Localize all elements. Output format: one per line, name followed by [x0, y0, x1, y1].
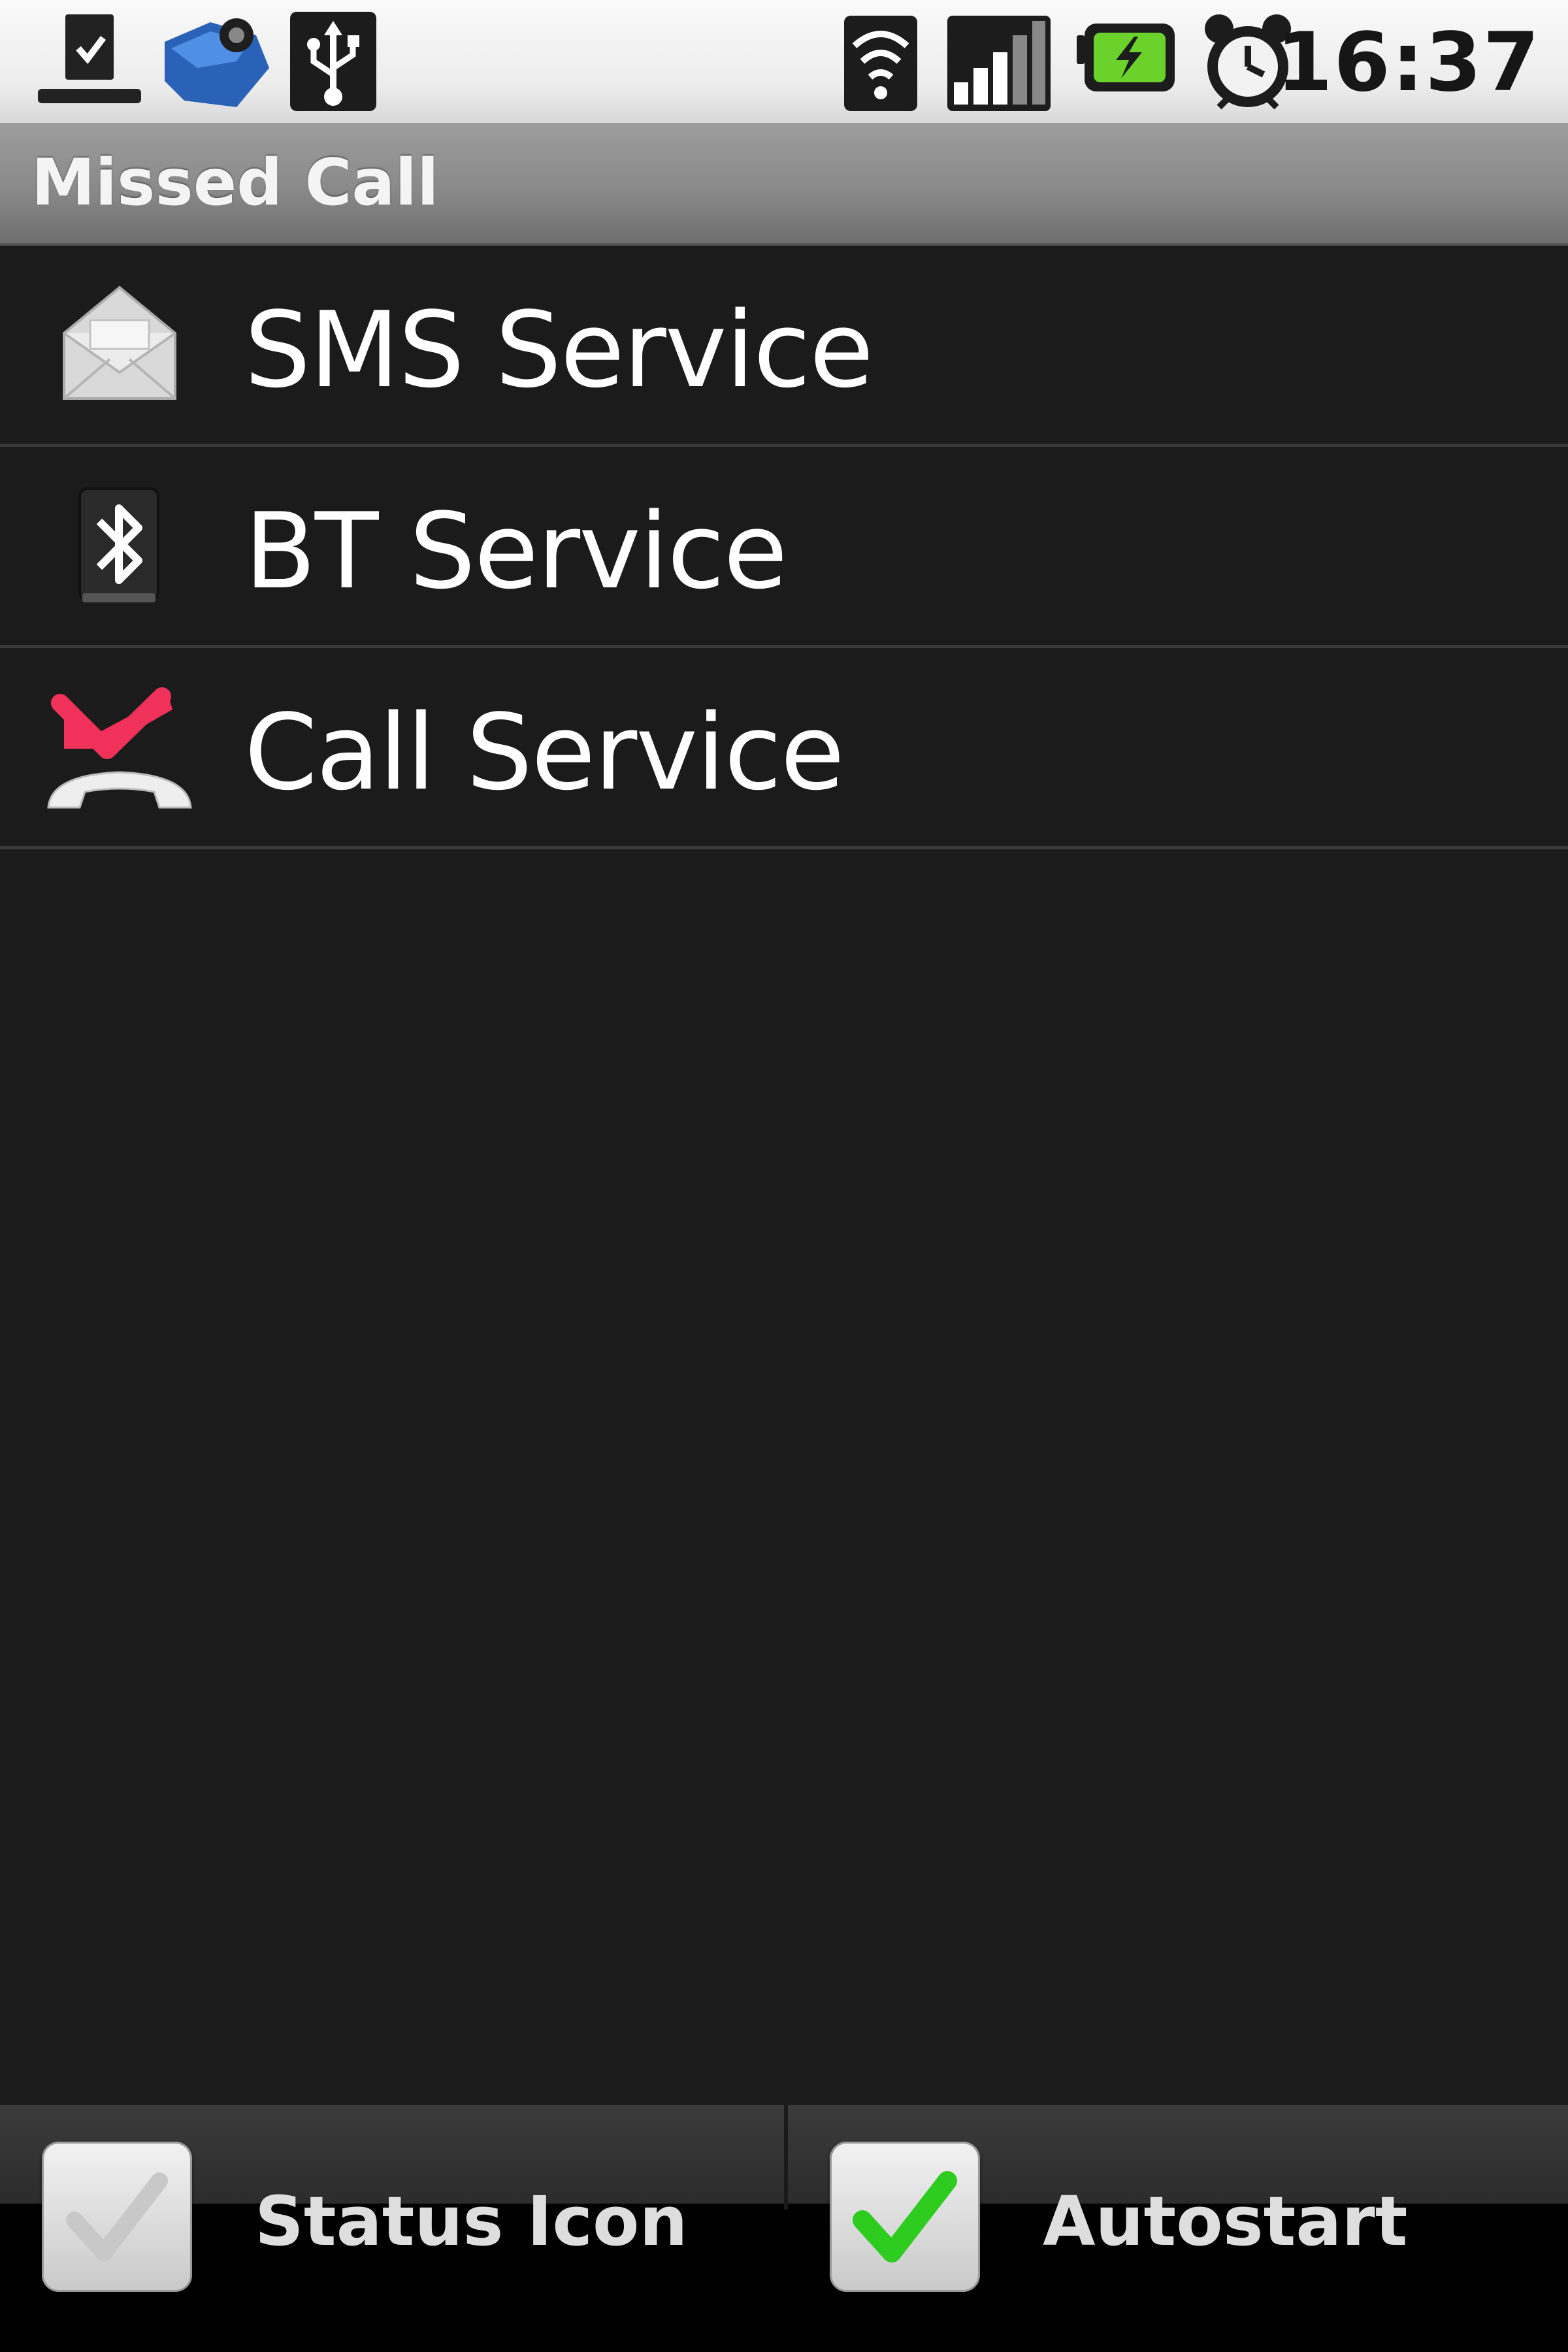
list-item-label: Call Service — [244, 691, 845, 813]
status-clock: 16:37 — [1276, 16, 1541, 110]
autostart-toggle[interactable]: Autostart — [788, 2105, 1568, 2352]
autostart-checkbox[interactable] — [830, 2142, 980, 2292]
page-title: Missed Call — [31, 146, 439, 220]
download-complete-icon — [34, 9, 145, 114]
list-item-label: SMS Service — [244, 289, 874, 411]
battery-charging-icon — [1074, 9, 1177, 114]
status-icon-checkbox[interactable] — [42, 2142, 192, 2292]
bluetooth-icon — [44, 476, 195, 619]
sync-app-icon — [158, 9, 274, 114]
signal-icon — [945, 9, 1053, 114]
bottom-toggle-bar: Status Icon Autostart — [0, 2105, 1568, 2352]
wifi-icon — [841, 9, 920, 114]
list-item-sms-service[interactable]: SMS Service — [0, 246, 1568, 447]
autostart-label: Autostart — [1043, 2181, 1408, 2261]
list-item-bt-service[interactable]: BT Service — [0, 447, 1568, 648]
status-icon-toggle[interactable]: Status Icon — [0, 2105, 784, 2352]
envelope-icon — [44, 274, 195, 418]
title-bar: Missed Call — [0, 123, 1568, 246]
service-list: SMS Service BT Service Call Service — [0, 246, 1568, 849]
usb-icon — [287, 9, 379, 114]
list-item-label: BT Service — [244, 490, 788, 612]
list-item-call-service[interactable]: Call Service — [0, 648, 1568, 849]
missed-call-icon — [44, 677, 195, 821]
status-bar: 16:37 — [0, 0, 1568, 123]
status-icon-label: Status Icon — [255, 2181, 688, 2261]
